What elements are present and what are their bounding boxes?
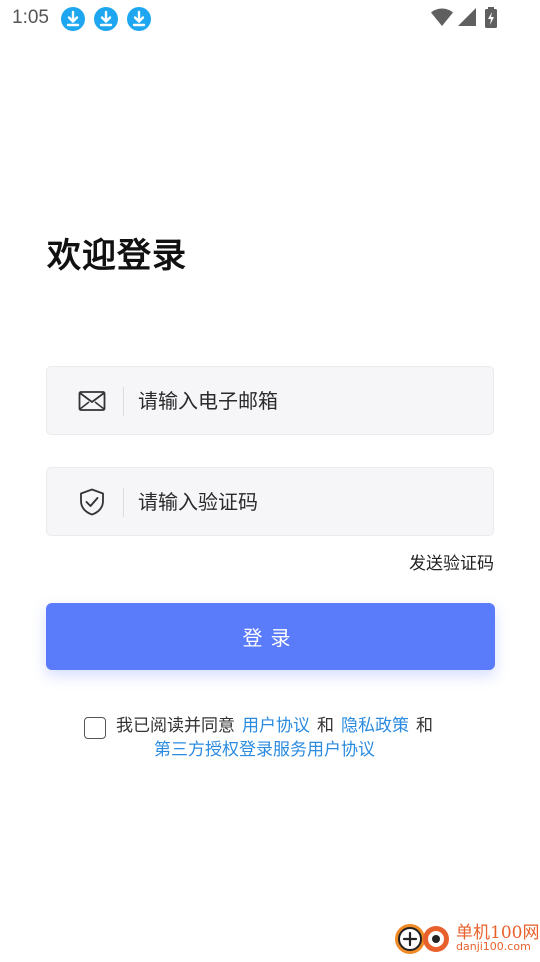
status-time: 1:05 [12,7,49,28]
download-icon [94,7,118,31]
watermark-url: danji100.com [456,940,531,953]
field-divider [123,387,124,416]
status-bar: 1:05 [0,0,540,36]
watermark-logo-icon [392,918,454,962]
page-title: 欢迎登录 [47,236,187,276]
mail-icon [77,386,107,416]
verification-code-input[interactable] [138,468,478,535]
agreement-line: 我已阅读并同意 用户协议和隐私政策和 [116,714,433,738]
agreement-and: 和 [416,716,433,736]
field-divider [123,488,124,517]
download-icon [61,7,85,31]
signal-icon [456,6,478,32]
battery-charging-icon [484,6,498,34]
wifi-icon [430,6,454,32]
email-field-container[interactable] [46,366,494,435]
privacy-policy-link[interactable]: 隐私政策 [341,716,409,736]
agree-checkbox[interactable] [84,717,106,739]
shield-check-icon [77,487,107,517]
email-input[interactable] [138,367,478,434]
watermark: 单机100网 danji100.com [392,916,540,960]
agreement-prefix: 我已阅读并同意 [116,716,235,736]
download-icon [127,7,151,31]
third-party-agreement-link[interactable]: 第三方授权登录服务用户协议 [154,740,375,760]
login-button[interactable]: 登录 [46,603,495,670]
code-field-container[interactable] [46,467,494,536]
agreement-line: 第三方授权登录服务用户协议 [154,738,375,762]
user-agreement-link[interactable]: 用户协议 [242,716,310,736]
agreement-and: 和 [317,716,334,736]
send-code-button[interactable]: 发送验证码 [409,549,494,574]
